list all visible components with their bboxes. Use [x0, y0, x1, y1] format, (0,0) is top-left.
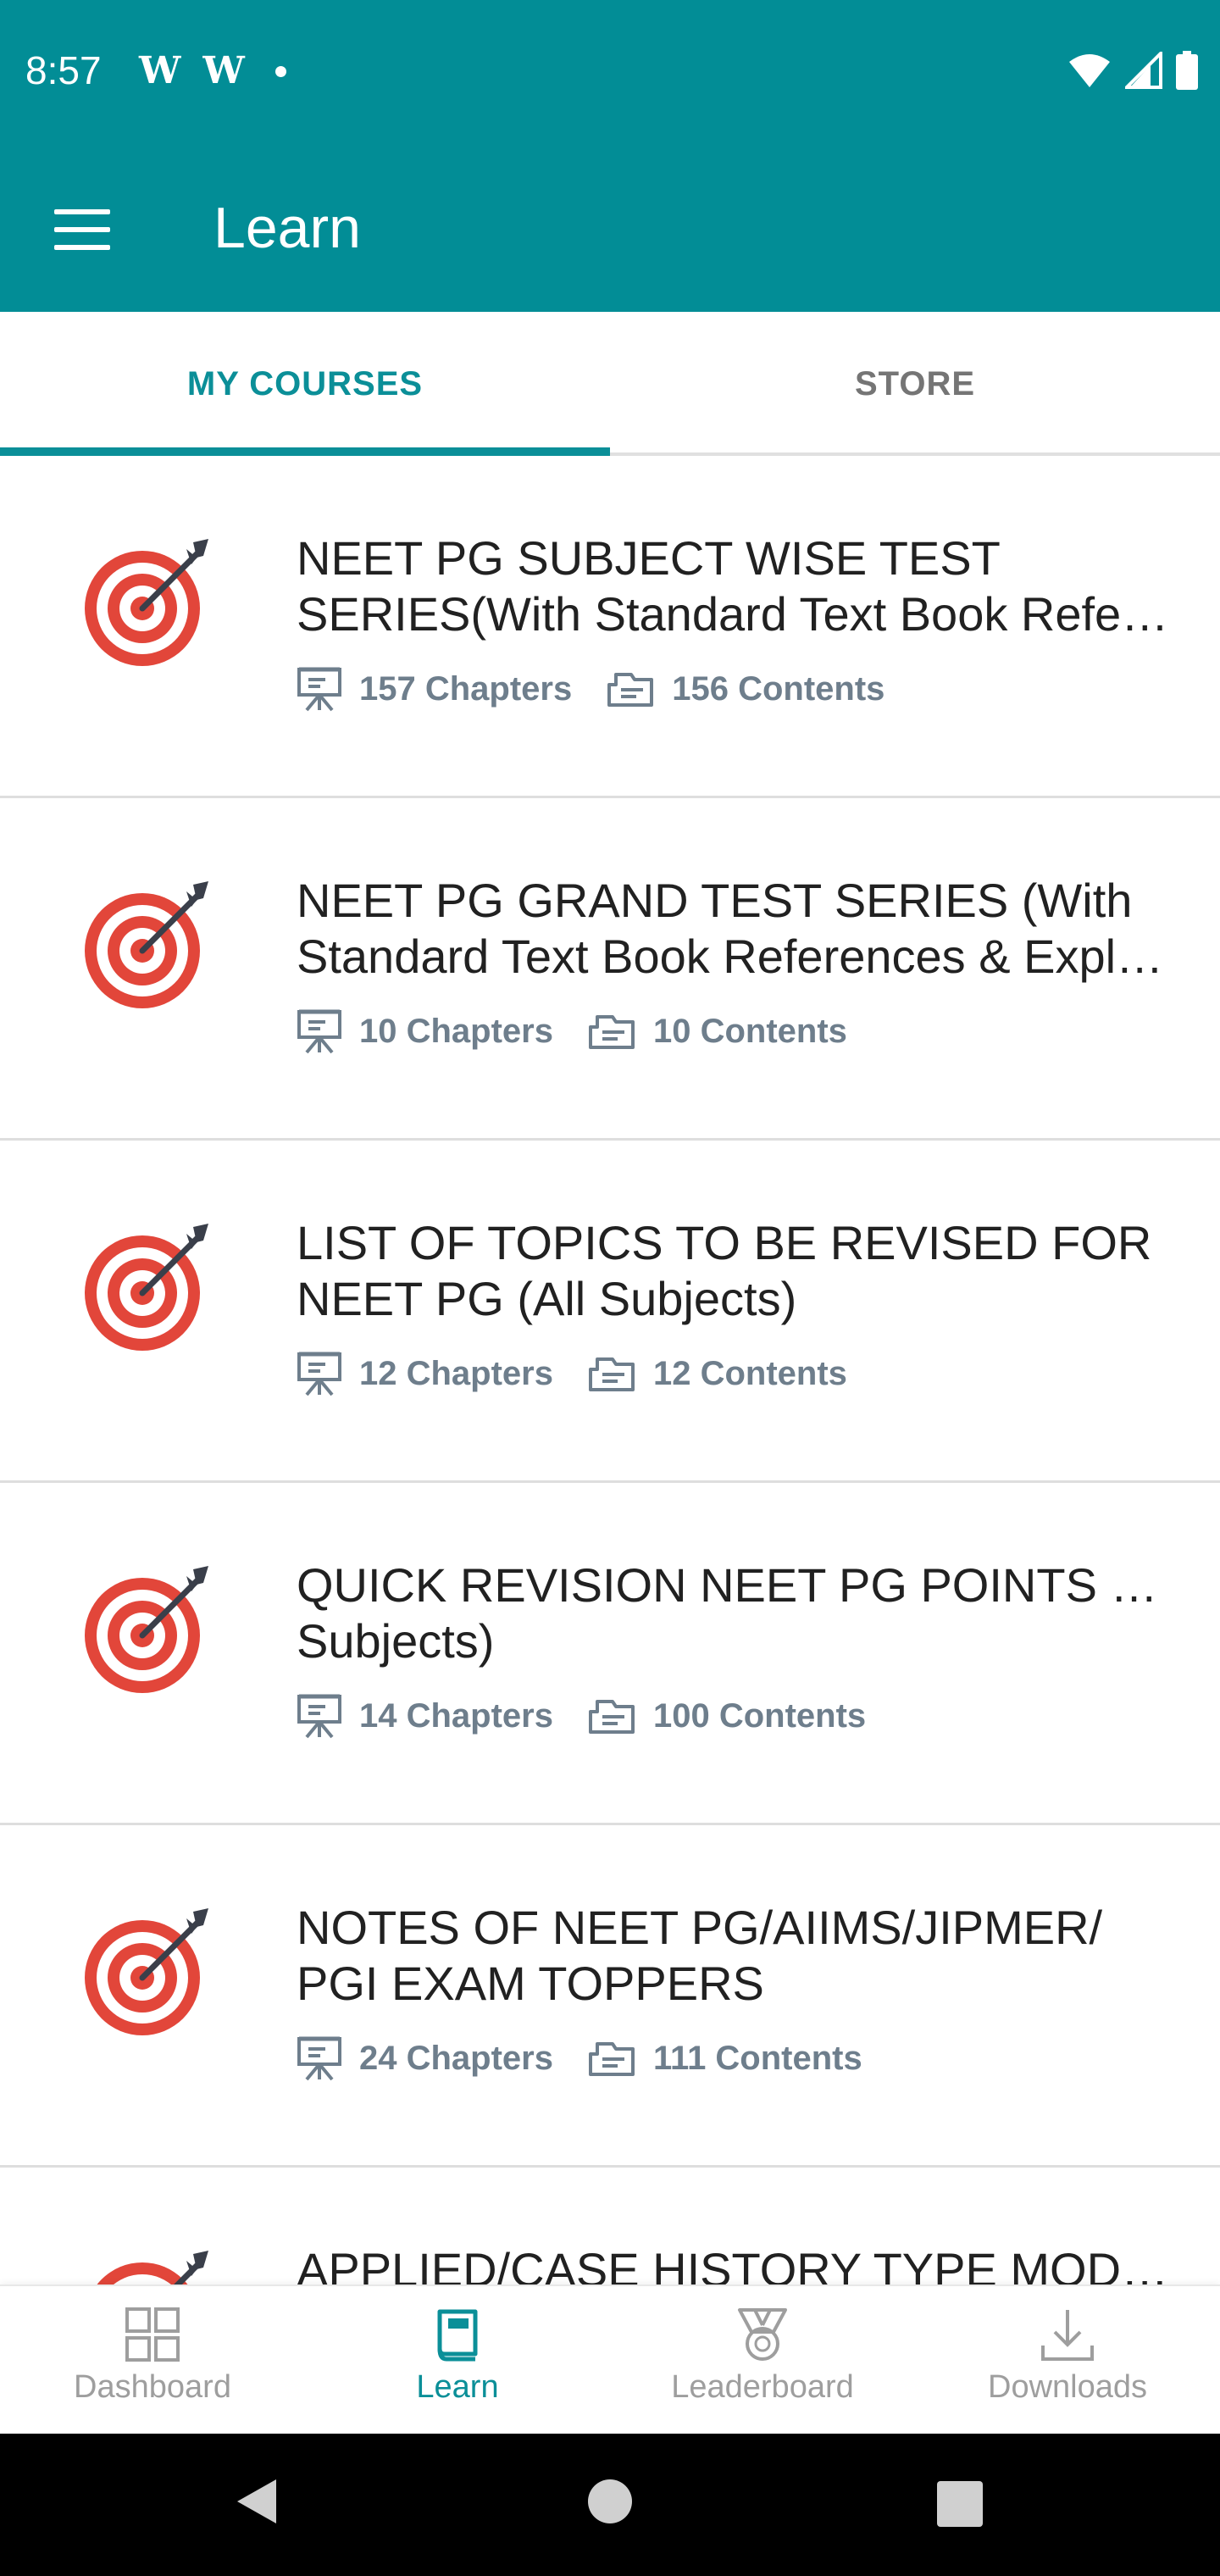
target-icon: [85, 1908, 208, 2035]
course-title: NOTES OF NEET PG/AIIMS/JIPMER/ PGI EXAM …: [297, 1901, 1103, 2010]
documents-icon: [607, 673, 654, 707]
signal-icon: [1125, 52, 1162, 89]
course-title: APPLIED/CASE HISTORY TYPE MODEL: [297, 2243, 1169, 2285]
w-app-notification-icon: W: [139, 49, 181, 92]
presentation-board-icon: [297, 1694, 341, 1739]
presentation-board-icon: [297, 2036, 341, 2081]
medal-icon: [738, 2308, 787, 2361]
nav-dashboard[interactable]: Dashboard: [0, 2286, 305, 2435]
w-app-notification-icon: W: [202, 49, 245, 92]
nav-label: Dashboard: [74, 2369, 231, 2405]
system-status-icons: [1068, 51, 1198, 90]
more-notifications-dot-icon: [274, 65, 286, 77]
contents-count: 111 Contents: [587, 2039, 862, 2078]
tab-store[interactable]: STORE: [610, 312, 1220, 456]
target-icon: [85, 1224, 208, 1351]
nav-label: Learn: [416, 2369, 499, 2405]
course-title: LIST OF TOPICS TO BE REVISED FOR NEET PG…: [297, 1216, 1152, 1325]
documents-icon: [588, 1700, 635, 1734]
active-tab-indicator: [0, 447, 610, 456]
hamburger-menu-icon[interactable]: [54, 209, 110, 250]
bottom-navigation: Dashboard Learn Leaderboard Downloads: [0, 2285, 1220, 2434]
course-item[interactable]: NEET PG SUBJECT WISE TEST SERIES(With St…: [0, 456, 1220, 798]
course-item[interactable]: QUICK REVISION NEET PG POINTS (All Subje…: [0, 1483, 1220, 1825]
contents-count: 100 Contents: [587, 1696, 866, 1735]
book-icon: [437, 2309, 478, 2362]
nav-leaderboard[interactable]: Leaderboard: [610, 2286, 915, 2435]
chapters-count: 14 Chapters: [297, 1693, 553, 1739]
contents-count: 156 Contents: [606, 669, 884, 708]
chapters-count: 24 Chapters: [297, 2035, 553, 2081]
page-title: Learn: [214, 196, 361, 260]
course-title: QUICK REVISION NEET PG POINTS (All Subje…: [297, 1558, 1169, 1668]
course-meta: 24 Chapters 111 Contents: [297, 2035, 896, 2081]
chapters-count: 157 Chapters: [297, 666, 572, 712]
notification-icons: W W: [139, 53, 286, 90]
contents-count: 12 Contents: [587, 1354, 847, 1393]
documents-icon: [588, 1357, 635, 1391]
target-icon: [85, 1566, 208, 1693]
presentation-board-icon: [297, 1009, 341, 1054]
system-navigation-bar: [0, 2434, 1220, 2576]
presentation-board-icon: [297, 1352, 341, 1396]
tab-my-courses[interactable]: MY COURSES: [0, 312, 610, 456]
course-title: NEET PG GRAND TEST SERIES (With Standard…: [297, 874, 1169, 983]
app-bar: Learn: [0, 146, 1220, 312]
status-time: 8:57: [25, 48, 102, 92]
course-title: NEET PG SUBJECT WISE TEST SERIES(With St…: [297, 531, 1169, 641]
course-item[interactable]: APPLIED/CASE HISTORY TYPE MODEL: [0, 2168, 1220, 2285]
documents-icon: [588, 1015, 635, 1049]
battery-icon: [1176, 51, 1198, 90]
contents-count: 10 Contents: [587, 1012, 847, 1051]
documents-icon: [588, 2042, 635, 2076]
nav-learn[interactable]: Learn: [305, 2286, 610, 2435]
home-icon[interactable]: [586, 2478, 634, 2525]
course-item[interactable]: NOTES OF NEET PG/AIIMS/JIPMER/ PGI EXAM …: [0, 1825, 1220, 2168]
nav-downloads[interactable]: Downloads: [915, 2286, 1220, 2435]
chapters-count: 12 Chapters: [297, 1351, 553, 1396]
tab-bar: MY COURSES STORE: [0, 312, 1220, 456]
target-icon: [85, 881, 208, 1008]
course-list[interactable]: NEET PG SUBJECT WISE TEST SERIES(With St…: [0, 456, 1220, 2285]
target-icon: [97, 2251, 208, 2285]
course-meta: 14 Chapters 100 Contents: [297, 1693, 900, 1739]
status-bar: 8:57 W W: [0, 0, 1220, 146]
back-icon[interactable]: [232, 2476, 280, 2527]
course-meta: 12 Chapters 12 Contents: [297, 1351, 881, 1396]
download-icon: [1041, 2310, 1094, 2361]
nav-label: Downloads: [988, 2369, 1147, 2405]
target-icon: [85, 539, 208, 666]
nav-label: Leaderboard: [671, 2369, 854, 2405]
chapters-count: 10 Chapters: [297, 1008, 553, 1054]
dashboard-icon: [125, 2307, 180, 2362]
course-item[interactable]: NEET PG GRAND TEST SERIES (With Standard…: [0, 798, 1220, 1141]
course-item[interactable]: LIST OF TOPICS TO BE REVISED FOR NEET PG…: [0, 1141, 1220, 1483]
presentation-board-icon: [297, 667, 341, 712]
course-meta: 10 Chapters 10 Contents: [297, 1008, 881, 1054]
wifi-icon: [1069, 54, 1110, 87]
course-meta: 157 Chapters 156 Contents: [297, 666, 918, 712]
recent-apps-icon[interactable]: [937, 2481, 983, 2527]
